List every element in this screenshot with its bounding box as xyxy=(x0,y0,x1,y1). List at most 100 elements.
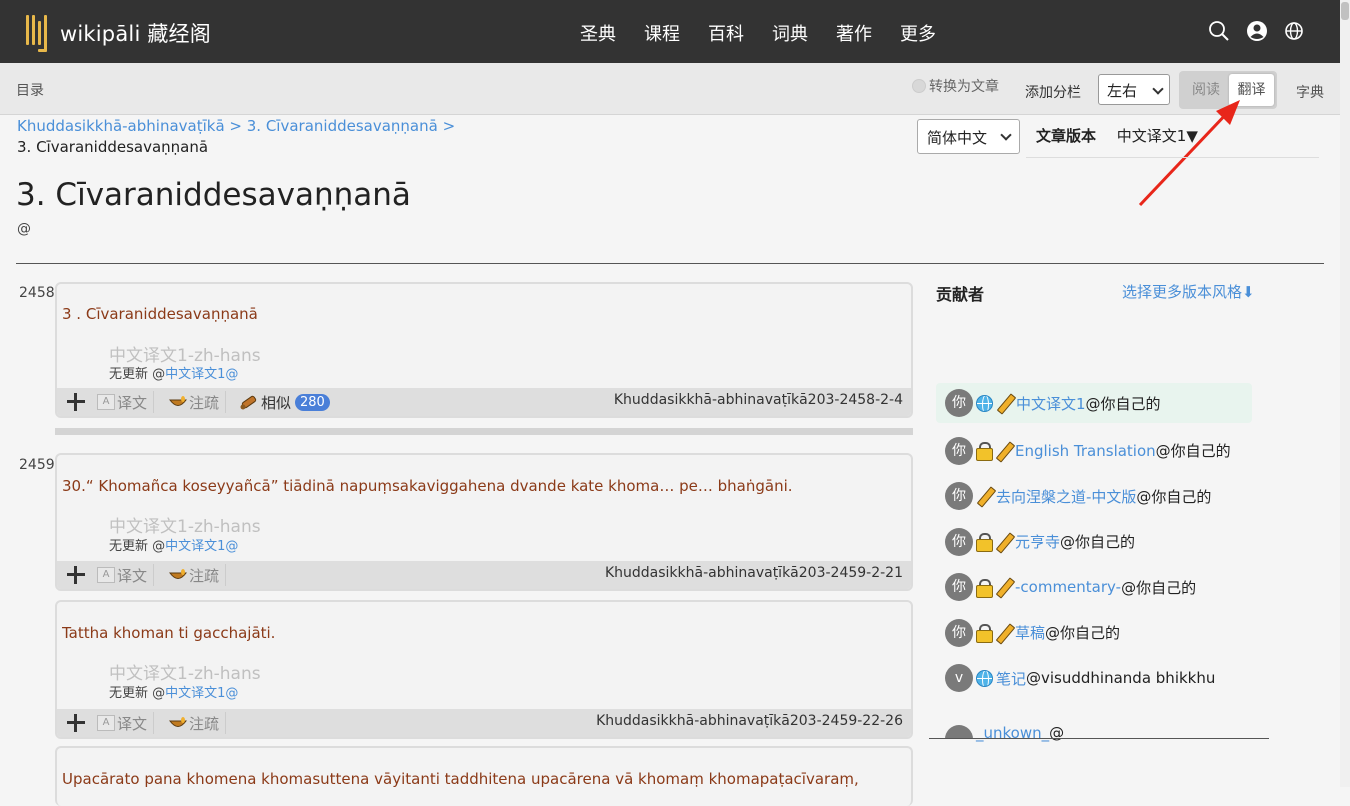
lamp-icon xyxy=(169,717,187,727)
convert-to-article-toggle[interactable]: 转换为文章 xyxy=(912,76,999,96)
translation-button[interactable]: A 译文 xyxy=(97,564,155,586)
breadcrumb-link-chapter[interactable]: 3. Cīvaraniddesavaṇṇanā xyxy=(247,117,438,135)
commentary-button-label: 注疏 xyxy=(189,393,220,412)
language-select[interactable]: 简体中文 xyxy=(917,119,1020,154)
version-link[interactable]: 草稿 xyxy=(1015,622,1045,643)
breadcrumb-link-book[interactable]: Khuddasikkhā-abhinavaṭīkā xyxy=(17,117,225,135)
pali-text[interactable]: 30.“ Khomañca koseyyañcā” tiādinā napuṃs… xyxy=(62,477,902,495)
version-owner: @你自己的 xyxy=(1085,394,1161,413)
update-status: 无更新 @中文译文1@ xyxy=(109,682,238,701)
update-status: 无更新 @中文译文1@ xyxy=(109,535,238,554)
chevron-down-icon xyxy=(1152,83,1164,95)
avatar: 你 xyxy=(945,482,973,511)
logo[interactable]: wikipāli 藏经阁 xyxy=(26,13,211,53)
contributor-item[interactable]: 你 草稿 @你自己的 xyxy=(936,610,1252,656)
search-icon[interactable] xyxy=(1208,20,1230,42)
article-version: 文章版本 中文译文1▼ xyxy=(1026,117,1319,158)
globe-icon xyxy=(976,394,993,412)
sentence-card: Upacārato pana khomena khomasuttena vāyi… xyxy=(55,746,913,806)
more-versions-link[interactable]: 选择更多版本风格⬇ xyxy=(1122,281,1255,302)
chevron-down-icon xyxy=(1000,129,1012,141)
similar-button[interactable]: 相似 280 xyxy=(239,391,336,413)
pali-text[interactable]: Tattha khoman ti gacchajāti. xyxy=(62,624,902,642)
pali-text[interactable]: Upacārato pana khomena khomasuttena vāyi… xyxy=(62,770,902,788)
nav-works[interactable]: 著作 xyxy=(836,20,872,46)
page-title: 3. Cīvaraniddesavaṇṇanā xyxy=(16,177,411,213)
translation-button-label: 译文 xyxy=(117,714,148,733)
translation-placeholder[interactable]: 中文译文1-zh-hans xyxy=(109,659,261,684)
globe-icon xyxy=(976,669,993,687)
avatar: 你 xyxy=(945,436,973,465)
vertical-scrollbar[interactable] xyxy=(1340,0,1350,787)
globe-icon[interactable] xyxy=(1284,21,1304,41)
paragraph-number: 2458 xyxy=(19,285,55,301)
add-icon[interactable] xyxy=(65,391,87,413)
version-link[interactable]: -commentary- xyxy=(1015,578,1121,596)
contributor-item[interactable]: 你 去向涅槃之道-中文版 @你自己的 xyxy=(936,474,1252,520)
version-link[interactable]: English Translation xyxy=(1015,442,1156,460)
add-icon[interactable] xyxy=(65,564,87,586)
contributor-item[interactable]: _unkown_ @ xyxy=(936,701,1252,742)
update-link[interactable]: 中文译文1@ xyxy=(165,686,238,701)
translation-placeholder[interactable]: 中文译文1-zh-hans xyxy=(109,512,261,537)
translation-button[interactable]: A 译文 xyxy=(97,391,155,413)
translation-button[interactable]: A 译文 xyxy=(97,712,155,734)
version-owner: @你自己的 xyxy=(1045,624,1121,643)
paragraph-number: 2459 xyxy=(19,457,55,473)
breadcrumb-sep: > xyxy=(437,117,456,135)
translate-icon: A xyxy=(97,567,115,583)
version-owner: @你自己的 xyxy=(1155,442,1231,461)
nav-courses[interactable]: 课程 xyxy=(644,20,680,46)
nav-wiki[interactable]: 百科 xyxy=(708,20,744,46)
logo-text: wikipāli 藏经阁 xyxy=(60,22,211,46)
version-link[interactable]: 笔记 xyxy=(996,668,1026,689)
pencil-icon xyxy=(995,533,1013,551)
lock-icon xyxy=(976,533,993,553)
version-link[interactable]: 中文译文1 xyxy=(1016,393,1086,414)
top-navbar: wikipāli 藏经阁 圣典 课程 百科 词典 著作 更多 xyxy=(0,0,1340,63)
version-owner: @你自己的 xyxy=(1136,487,1212,506)
sentence-reference[interactable]: Khuddasikkhā-abhinavaṭīkā203-2459-2-21 xyxy=(605,565,903,581)
contributor-item[interactable]: 你 -commentary- @你自己的 xyxy=(936,565,1252,611)
contributor-item[interactable]: v 笔记 @visuddhinanda bhikkhu xyxy=(936,656,1252,702)
contributor-item[interactable]: 你 English Translation @你自己的 xyxy=(936,428,1252,474)
version-link[interactable]: _unkown_ xyxy=(976,724,1049,742)
update-link[interactable]: 中文译文1@ xyxy=(165,367,238,382)
contributor-item[interactable]: 你 中文译文1 @你自己的 xyxy=(936,383,1252,423)
pencil-icon xyxy=(996,394,1014,412)
commentary-button[interactable]: 注疏 xyxy=(169,712,227,734)
version-link[interactable]: 元亨寺 xyxy=(1015,531,1060,552)
title-subtitle: @ xyxy=(17,221,31,237)
version-owner: @ xyxy=(1049,724,1065,742)
add-icon[interactable] xyxy=(65,712,87,734)
sentence-reference[interactable]: Khuddasikkhā-abhinavaṭīkā203-2458-2-4 xyxy=(614,392,903,408)
update-link[interactable]: 中文译文1@ xyxy=(165,539,238,554)
logo-icon xyxy=(26,13,54,53)
nav-dictionary[interactable]: 词典 xyxy=(772,20,808,46)
commentary-button[interactable]: 注疏 xyxy=(169,391,227,413)
nav-more[interactable]: 更多 xyxy=(900,20,936,46)
lamp-icon xyxy=(169,569,187,579)
version-link[interactable]: 去向涅槃之道-中文版 xyxy=(996,486,1136,507)
version-label: 文章版本 xyxy=(1036,127,1097,145)
user-icon[interactable] xyxy=(1246,20,1268,42)
commentary-button[interactable]: 注疏 xyxy=(169,564,227,586)
toggle-switch-icon xyxy=(912,79,926,93)
version-dropdown[interactable]: 中文译文1▼ xyxy=(1117,127,1198,145)
pali-text[interactable]: 3 . Cīvaraniddesavaṇṇanā xyxy=(62,305,902,323)
sentence-toolbar: A 译文 注疏 Khuddasikkhā-abhinavaṭīkā203-2459… xyxy=(57,709,911,737)
version-owner: @你自己的 xyxy=(1121,578,1197,597)
update-prefix: 无更新 @ xyxy=(109,539,166,554)
sentence-card: 30.“ Khomañca koseyyañcā” tiādinā napuṃs… xyxy=(55,453,913,591)
sentence-reference[interactable]: Khuddasikkhā-abhinavaṭīkā203-2459-22-26 xyxy=(596,713,903,729)
commentary-button-label: 注疏 xyxy=(189,714,220,733)
nav-canon[interactable]: 圣典 xyxy=(580,20,616,46)
similar-icon xyxy=(240,395,257,410)
divider xyxy=(929,738,1269,739)
lock-icon xyxy=(976,578,993,598)
toc-button[interactable]: 目录 xyxy=(16,80,44,100)
avatar: v xyxy=(945,664,973,693)
similar-count-badge: 280 xyxy=(295,393,330,411)
dictionary-button[interactable]: 字典 xyxy=(1296,82,1324,102)
contributor-item[interactable]: 你 元亨寺 @你自己的 xyxy=(936,519,1252,565)
